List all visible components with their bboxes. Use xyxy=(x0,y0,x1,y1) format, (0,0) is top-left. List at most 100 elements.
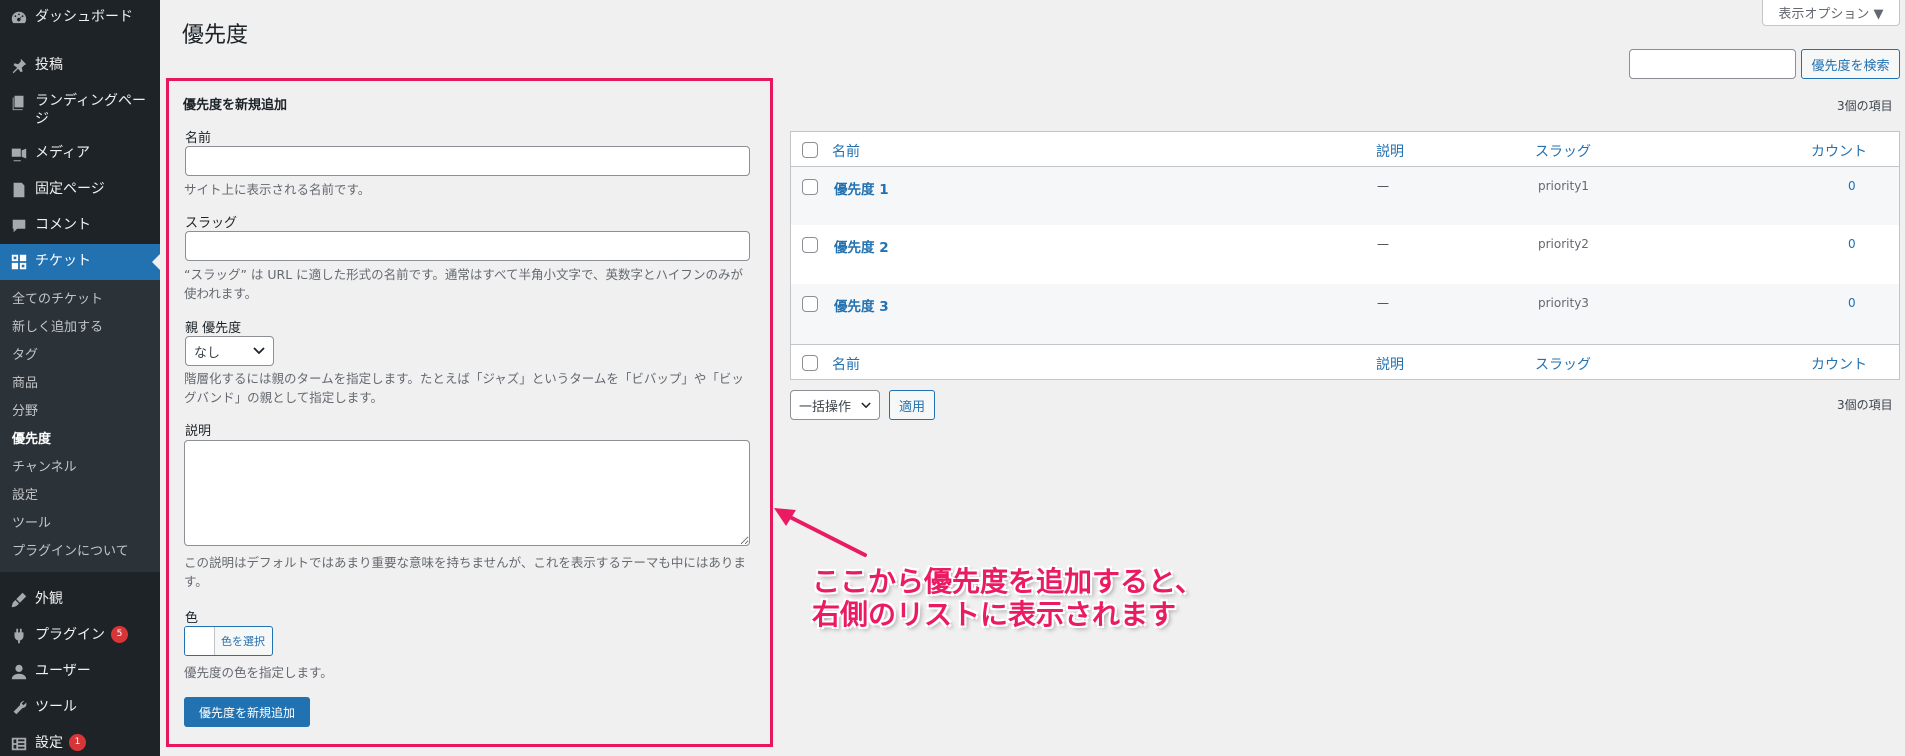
menu-label: ランディングページ xyxy=(35,93,147,127)
apply-button[interactable]: 適用 xyxy=(889,390,935,420)
row-slug: priority3 xyxy=(1538,296,1589,310)
annotation-callout: ここから優先度を追加すると、 右側のリストに表示されます xyxy=(812,565,1203,631)
menu-label: プラグイン xyxy=(35,627,105,643)
row-name-link[interactable]: 優先度 2 xyxy=(834,236,889,256)
submenu-about-plugin[interactable]: プラグインについて xyxy=(0,538,160,566)
menu-landing-pages[interactable]: ランディングページ xyxy=(0,84,160,136)
menu-label: ユーザー xyxy=(35,663,91,679)
items-count-bottom: 3個の項目 xyxy=(1837,398,1893,412)
row-count-link[interactable]: 0 xyxy=(1848,237,1856,251)
row-checkbox[interactable] xyxy=(802,237,818,253)
parent-select[interactable]: なし xyxy=(185,336,274,366)
pin-icon xyxy=(9,56,29,76)
search-button[interactable]: 優先度を検索 xyxy=(1801,49,1900,79)
chevron-down-icon xyxy=(253,344,265,359)
screen-options-button[interactable]: 表示オプション ▼ xyxy=(1762,0,1900,26)
admin-sidebar: ダッシュボード 投稿 ランディングページ メディア 固定ページ コメント チケッ… xyxy=(0,0,160,756)
media-icon xyxy=(9,144,29,164)
submenu-products[interactable]: 商品 xyxy=(0,370,160,398)
name-hint: サイト上に表示される名前です。 xyxy=(184,182,371,197)
submenu-channels[interactable]: チャンネル xyxy=(0,454,160,482)
description-field[interactable] xyxy=(184,440,750,546)
submenu-all-tickets[interactable]: 全てのチケット xyxy=(0,286,160,314)
menu-pages[interactable]: 固定ページ xyxy=(0,172,160,208)
user-icon xyxy=(9,662,29,682)
description-hint: この説明はデフォルトではあまり重要な意味を持ちませんが、これを表示するテーマも中… xyxy=(184,555,746,589)
row-description: — xyxy=(1377,179,1389,193)
column-name-footer[interactable]: 名前 xyxy=(832,354,860,374)
row-checkbox[interactable] xyxy=(802,296,818,312)
column-description-footer[interactable]: 説明 xyxy=(1376,354,1404,374)
menu-appearance[interactable]: 外観 xyxy=(0,582,160,618)
menu-dashboard[interactable]: ダッシュボード xyxy=(0,0,160,36)
menu-label: 投稿 xyxy=(35,57,63,73)
name-label: 名前 xyxy=(185,131,212,146)
column-count-footer[interactable]: カウント xyxy=(1811,354,1867,374)
menu-media[interactable]: メディア xyxy=(0,136,160,172)
table-row: 優先度 2 — priority2 0 xyxy=(791,225,1899,284)
row-name-link[interactable]: 優先度 1 xyxy=(834,178,889,198)
select-all-checkbox-footer[interactable] xyxy=(802,355,818,371)
settings-icon xyxy=(9,734,29,754)
slug-field[interactable] xyxy=(185,231,750,261)
menu-label: チケット xyxy=(35,253,91,269)
tickets-submenu: 全てのチケット 新しく追加する タグ 商品 分野 優先度 チャンネル 設定 ツー… xyxy=(0,280,160,572)
row-count-link[interactable]: 0 xyxy=(1848,296,1856,310)
description-label: 説明 xyxy=(185,424,212,439)
submenu-add-new[interactable]: 新しく追加する xyxy=(0,314,160,342)
menu-posts[interactable]: 投稿 xyxy=(0,48,160,84)
table-footer-row: 名前 説明 スラッグ カウント xyxy=(791,344,1899,379)
color-picker-button[interactable]: 色を選択 xyxy=(184,626,273,656)
menu-label: 設定 xyxy=(35,735,63,751)
menu-label: ツール xyxy=(35,699,77,715)
table-row: 優先度 1 — priority1 0 xyxy=(791,167,1899,225)
menu-label: 固定ページ xyxy=(35,181,105,197)
table-header-row: 名前 説明 スラッグ カウント xyxy=(791,132,1899,167)
parent-label: 親 優先度 xyxy=(185,321,242,336)
items-count-top: 3個の項目 xyxy=(1837,99,1893,113)
annotation-arrow-icon xyxy=(774,508,867,557)
menu-users[interactable]: ユーザー xyxy=(0,654,160,690)
wrench-icon xyxy=(9,698,29,718)
column-slug-header[interactable]: スラッグ xyxy=(1535,141,1591,161)
column-slug-footer[interactable]: スラッグ xyxy=(1535,354,1591,374)
select-all-checkbox[interactable] xyxy=(802,142,818,158)
slug-label: スラッグ xyxy=(185,216,238,231)
table-row: 優先度 3 — priority3 0 xyxy=(791,284,1899,344)
color-hint: 優先度の色を指定します。 xyxy=(184,665,333,680)
row-description: — xyxy=(1377,237,1389,251)
menu-comments[interactable]: コメント xyxy=(0,208,160,244)
menu-tools[interactable]: ツール xyxy=(0,690,160,726)
bulk-action-select[interactable]: 一括操作 xyxy=(790,390,880,420)
column-name-header[interactable]: 名前 xyxy=(832,141,860,161)
add-priority-button[interactable]: 優先度を新規追加 xyxy=(184,697,310,727)
submenu-settings[interactable]: 設定 xyxy=(0,482,160,510)
row-name-link[interactable]: 優先度 3 xyxy=(834,295,889,315)
submenu-tags[interactable]: タグ xyxy=(0,342,160,370)
grid-icon xyxy=(9,252,29,272)
priority-table: 名前 説明 スラッグ カウント 優先度 1 — priority1 0 優先度 … xyxy=(790,131,1900,380)
column-count-header[interactable]: カウント xyxy=(1811,141,1867,161)
name-field[interactable] xyxy=(185,146,750,176)
color-picker-label: 色を選択 xyxy=(221,635,265,648)
search-input[interactable] xyxy=(1629,49,1796,79)
comment-icon xyxy=(9,216,29,236)
form-heading: 優先度を新規追加 xyxy=(183,98,288,113)
slug-hint: “スラッグ” は URL に適した形式の名前です。通常はすべて半角小文字で、英数… xyxy=(184,267,744,301)
row-checkbox[interactable] xyxy=(802,179,818,195)
menu-label: コメント xyxy=(35,217,91,233)
row-count-link[interactable]: 0 xyxy=(1848,179,1856,193)
menu-label: ダッシュボード xyxy=(35,9,133,25)
plugins-update-badge: 5 xyxy=(111,626,128,643)
add-priority-form: 優先度を新規追加 名前 サイト上に表示される名前です。 スラッグ “スラッグ” … xyxy=(166,78,773,747)
submenu-fields[interactable]: 分野 xyxy=(0,398,160,426)
menu-label: メディア xyxy=(35,145,91,161)
submenu-tools[interactable]: ツール xyxy=(0,510,160,538)
menu-settings[interactable]: 設定 1 xyxy=(0,726,160,756)
menu-plugins[interactable]: プラグイン 5 xyxy=(0,618,160,654)
page-icon xyxy=(9,180,29,200)
menu-label: 外観 xyxy=(35,591,63,607)
submenu-priority[interactable]: 優先度 xyxy=(0,426,160,454)
column-description-header[interactable]: 説明 xyxy=(1376,141,1404,161)
menu-tickets[interactable]: チケット xyxy=(0,244,160,280)
